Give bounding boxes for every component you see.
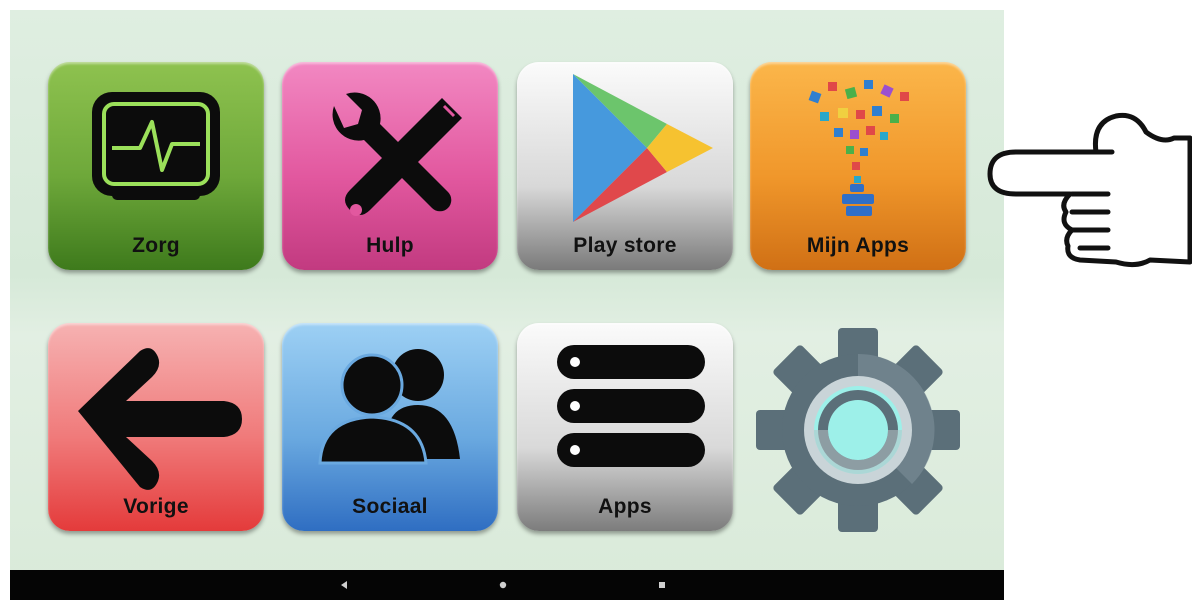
vorige-label: Vorige [123, 495, 189, 518]
recent-apps-icon[interactable] [656, 579, 668, 591]
sociaal-label: Sociaal [352, 495, 428, 518]
apps-tile[interactable]: Apps [517, 323, 733, 531]
home-icon[interactable] [497, 579, 509, 591]
back-icon[interactable] [338, 579, 350, 591]
zorg-label: Zorg [132, 234, 180, 257]
zorg-tile[interactable]: Zorg [48, 62, 264, 270]
hulp-tile[interactable]: Hulp [282, 62, 498, 270]
hulp-label: Hulp [366, 234, 414, 257]
mijn-apps-label: Mijn Apps [806, 234, 910, 257]
sociaal-tile[interactable]: Sociaal [282, 323, 498, 531]
tablet-screen: Zorg Hulp Play store Mijn Apps Vorige So… [10, 10, 1004, 600]
vorige-tile[interactable]: Vorige [48, 323, 264, 531]
play-store-tile[interactable]: Play store [517, 62, 733, 270]
play-store-label: Play store [573, 234, 677, 257]
android-navigation-bar [10, 570, 1004, 600]
mijn-apps-tile[interactable]: Mijn Apps [750, 62, 966, 270]
apps-label: Apps [598, 495, 652, 518]
pointing-hand-icon [987, 112, 1192, 268]
gear-icon[interactable] [752, 324, 964, 536]
